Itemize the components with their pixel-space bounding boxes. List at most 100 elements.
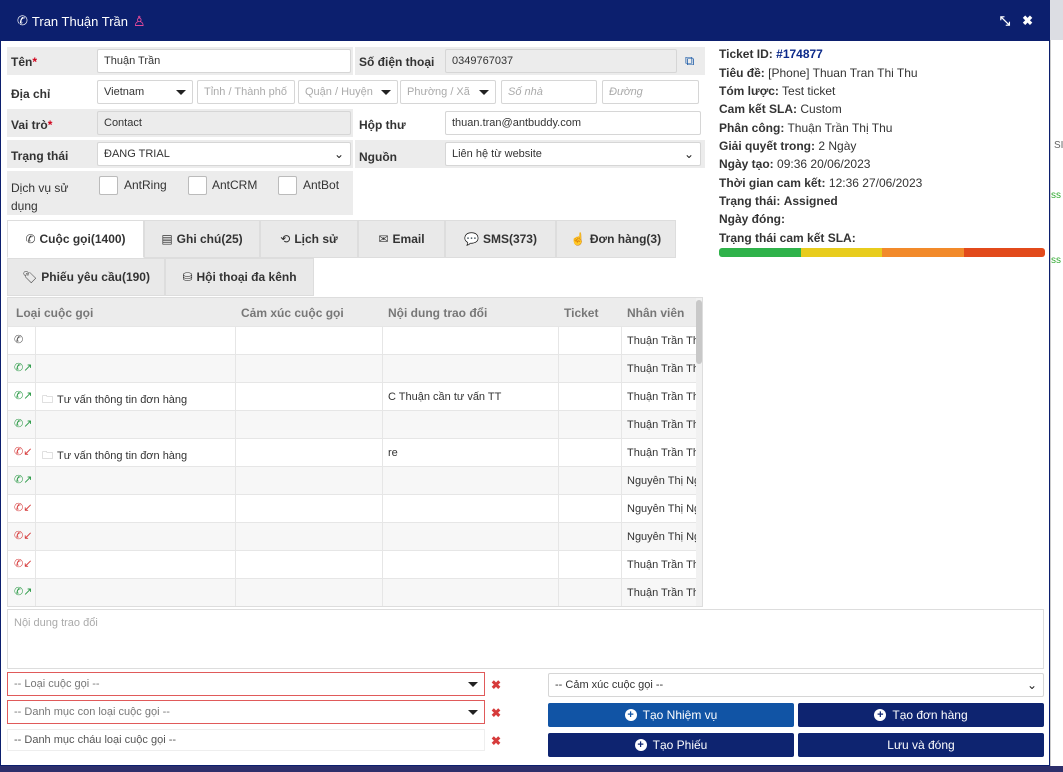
phone-row: Số điện thoại 0349767037 ⧉	[355, 47, 705, 75]
service-label-antcrm: AntCRM	[212, 178, 258, 192]
create-ticket-button[interactable]: + Tạo Phiếu	[548, 733, 794, 757]
agent-cell: Thuận Trần Thị Thu	[627, 587, 697, 599]
street-input[interactable]: Đường	[602, 80, 699, 104]
service-label-antring: AntRing	[124, 178, 167, 192]
source-row: Nguồn Liên hệ từ website ⌄	[355, 140, 705, 168]
ticket-title-row: Tiêu đề: [Phone] Thuan Tran Thi Thu	[719, 66, 918, 80]
chat-icon: 💬	[464, 232, 479, 246]
call-type-cell: 🗀 Tư vấn thông tin đơn hàng	[42, 394, 188, 406]
calls-grid: Loại cuộc gọi Cảm xúc cuộc gọi Nội dung …	[7, 297, 703, 607]
name-label: Tên*	[11, 55, 38, 69]
role-label: Vai trò*	[11, 118, 53, 132]
emotion-select[interactable]: -- Cảm xúc cuộc gọi -- ⌄	[548, 673, 1044, 697]
phone-input[interactable]: 0349767037	[445, 49, 677, 73]
agent-cell: Nguyễn Thị Nga	[627, 503, 697, 515]
background-text: ss	[1051, 255, 1061, 266]
modal-title: ✆ Tran Thuận Trần ♙	[17, 13, 146, 30]
col-ticket[interactable]: Ticket	[564, 306, 598, 320]
service-checkbox-antcrm[interactable]	[188, 176, 207, 195]
agent-cell: Thuận Trần Thị Thu	[627, 335, 697, 347]
province-select[interactable]: Tỉnh / Thành phố	[197, 80, 295, 104]
content-textarea[interactable]: Nội dung trao đổi	[7, 609, 1044, 669]
table-row[interactable]: ✆↗ Nguyễn Thị Nga	[8, 466, 698, 495]
clear-grandchild-category-icon[interactable]: ✖	[491, 734, 501, 748]
tab-notes[interactable]: ▤ Ghi chú(25)	[144, 220, 260, 258]
user-icon[interactable]: ♙	[133, 13, 146, 30]
copy-icon[interactable]: ⧉	[685, 53, 694, 69]
ticket-assign-row: Phân công: Thuận Trần Thị Thu	[719, 121, 893, 135]
district-select[interactable]: Quận / Huyện	[298, 80, 398, 104]
col-call-type[interactable]: Loại cuộc gọi	[16, 306, 93, 320]
table-row[interactable]: ✆↗ Thuận Trần Thị Thu	[8, 578, 698, 606]
clear-sub-category-icon[interactable]: ✖	[491, 706, 501, 720]
background-text: ss	[1051, 190, 1061, 201]
grid-scrollbar[interactable]	[696, 298, 702, 606]
mailbox-input[interactable]: thuan.tran@antbuddy.com	[445, 111, 701, 135]
status-select[interactable]: ĐANG TRIAL ⌄	[97, 142, 351, 166]
name-input[interactable]: Thuận Trần	[97, 49, 351, 73]
col-emotion[interactable]: Cảm xúc cuộc gọi	[241, 306, 344, 320]
status-label: Trạng thái	[11, 149, 69, 163]
services-label: Dịch vụ sử dụng	[11, 181, 69, 213]
sla-segment	[963, 248, 1045, 257]
address-label: Địa chỉ	[11, 87, 51, 101]
tab-email[interactable]: ✉ Email	[358, 220, 445, 258]
status-row: Trạng thái ĐANG TRIAL ⌄	[7, 140, 353, 168]
source-label: Nguồn	[359, 150, 397, 164]
service-checkbox-antbot[interactable]	[278, 176, 297, 195]
table-row[interactable]: ✆ Thuận Trần Thị Thu	[8, 326, 698, 355]
ward-select[interactable]: Phường / Xã	[400, 80, 496, 104]
create-task-button[interactable]: + Tạo Nhiệm vụ	[548, 703, 794, 727]
service-checkbox-antring[interactable]	[99, 176, 118, 195]
agent-cell: Nguyễn Thị Nga	[627, 475, 697, 487]
table-row[interactable]: ✆↙ 🗀 Tư vấn thông tin đơn hàng re Thuận Trần…	[8, 438, 698, 467]
tab-orders[interactable]: ☝ Đơn hàng(3)	[556, 220, 676, 258]
country-select[interactable]: Vietnam	[97, 80, 193, 104]
content-cell: C Thuận cần tư vấn TT	[388, 391, 502, 403]
table-row[interactable]: ✆↙ Thuận Trần Thị Thu	[8, 550, 698, 579]
collapse-icon[interactable]: ⤡	[1000, 13, 1010, 29]
table-row[interactable]: ✆↗ 🗀 Tư vấn thông tin đơn hàng C Thuận cần …	[8, 382, 698, 411]
services-row: Dịch vụ sử dụng AntRing AntCRM AntBot	[7, 171, 353, 215]
col-content[interactable]: Nội dung trao đổi	[388, 306, 487, 320]
clear-call-type-icon[interactable]: ✖	[491, 678, 501, 692]
ticket-state-row: Trạng thái: Assigned	[719, 194, 838, 208]
sla-segment	[882, 248, 964, 257]
tab-history[interactable]: ⟲ Lịch sử	[260, 220, 358, 258]
call-icon: ✆	[14, 334, 24, 346]
close-icon[interactable]: ✖	[1022, 13, 1033, 29]
tab-calls[interactable]: ✆ Cuộc gọi(1400)	[7, 220, 144, 258]
ticket-id-link[interactable]: #174877	[776, 47, 823, 61]
role-input[interactable]: Contact	[97, 111, 351, 135]
table-row[interactable]: ✆↙ Nguyễn Thị Nga	[8, 522, 698, 551]
cubes-icon: ⛁	[182, 270, 193, 284]
house-number-input[interactable]: Số nhà	[501, 80, 597, 104]
call-type-cell: 🗀 Tư vấn thông tin đơn hàng	[42, 450, 188, 462]
sla-segment	[800, 248, 882, 257]
col-agent[interactable]: Nhân viên	[627, 306, 684, 320]
plus-icon: +	[624, 709, 637, 721]
taskbar-strip	[0, 766, 1063, 772]
source-select[interactable]: Liên hệ từ website ⌄	[445, 142, 701, 166]
create-order-button[interactable]: + Tạo đơn hàng	[798, 703, 1044, 727]
table-row[interactable]: ✆↙ Nguyễn Thị Nga	[8, 494, 698, 523]
outgoing-call-icon: ✆↗	[14, 362, 33, 374]
table-row[interactable]: ✆↗ Thuận Trần Thị Thu	[8, 410, 698, 439]
tab-omnichannel[interactable]: ⛁ Hội thoại đa kênh	[165, 258, 314, 296]
ticket-id-row: Ticket ID: #174877	[719, 47, 823, 61]
phone-icon: ✆	[25, 232, 36, 246]
outgoing-call-icon: ✆↗	[14, 418, 33, 430]
grandchild-category-select[interactable]: -- Danh mục cháu loại cuộc gọi --	[7, 729, 485, 751]
table-row[interactable]: ✆↗ Thuận Trần Thị Thu	[8, 354, 698, 383]
sub-category-select[interactable]: -- Danh mục con loại cuộc gọi --	[7, 700, 485, 724]
tab-tickets[interactable]: 🏷 Phiếu yêu cầu(190)	[7, 258, 165, 296]
mailbox-label: Hộp thư	[359, 118, 406, 132]
background-text: SI	[1054, 140, 1063, 151]
tab-sms[interactable]: 💬 SMS(373)	[445, 220, 556, 258]
sla-segment	[719, 248, 801, 257]
folder-icon: 🗀	[42, 450, 53, 462]
missed-call-icon: ✆↙	[14, 530, 33, 542]
save-close-button[interactable]: Lưu và đóng	[798, 733, 1044, 757]
agent-cell: Thuận Trần Thị Thu	[627, 559, 697, 571]
call-type-select[interactable]: -- Loại cuộc gọi --	[7, 672, 485, 696]
